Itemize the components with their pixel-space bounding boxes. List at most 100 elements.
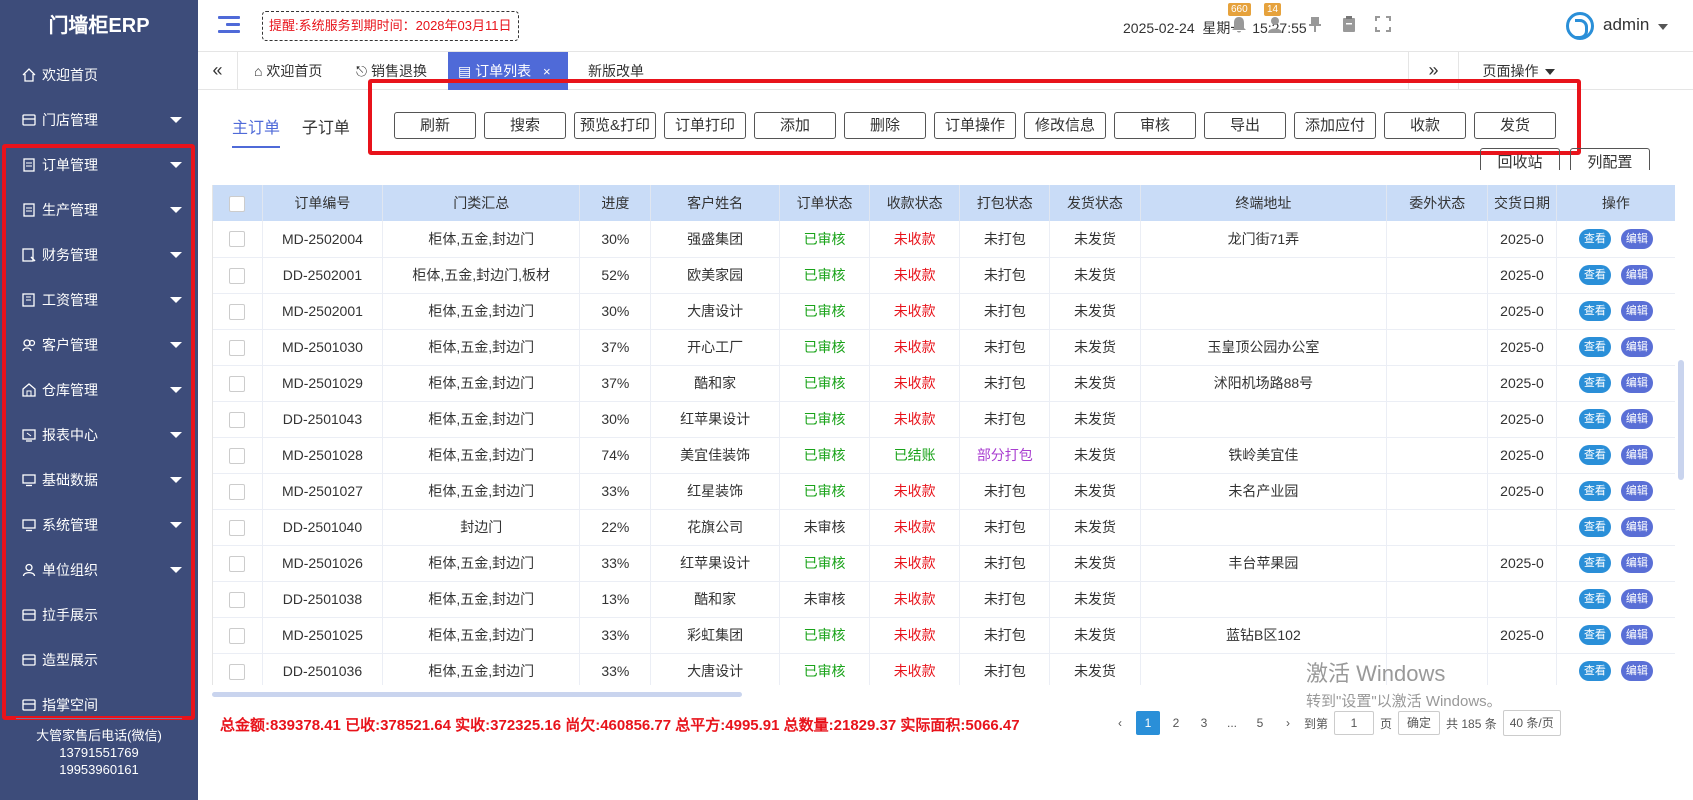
- edit-button[interactable]: 编辑: [1620, 517, 1653, 537]
- clipboard-icon[interactable]: [1340, 16, 1358, 34]
- table-row[interactable]: MD-2501028 柜体,五金,封边门 74% 美宜佳装饰 已审核 已结账 部分打包 未发货…: [213, 437, 1675, 474]
- sidebar-item-0[interactable]: 欢迎首页: [0, 52, 198, 97]
- table-row[interactable]: MD-2501026 柜体,五金,封边门 33% 红苹果设计 已审核 未收款 未打包 未发货丰…: [213, 545, 1675, 582]
- row-checkbox[interactable]: [229, 519, 246, 536]
- column-config-button[interactable]: 列配置: [1569, 148, 1650, 170]
- edit-button[interactable]: 编辑: [1620, 265, 1653, 285]
- fullscreen-icon[interactable]: [1374, 16, 1392, 34]
- toolbar-button-3[interactable]: 订单打印: [664, 112, 746, 139]
- column-header-3[interactable]: 客户姓名: [650, 185, 780, 221]
- edit-button[interactable]: 编辑: [1620, 228, 1653, 249]
- row-checkbox[interactable]: [229, 663, 246, 680]
- chevron-down-icon[interactable]: [1658, 24, 1668, 30]
- page-1[interactable]: 1: [1136, 711, 1160, 735]
- row-checkbox[interactable]: [229, 591, 246, 608]
- toolbar-button-10[interactable]: 添加应付: [1294, 112, 1376, 139]
- toolbar-button-2[interactable]: 预览&打印: [574, 112, 656, 139]
- select-all-checkbox[interactable]: [229, 195, 246, 212]
- tab-welcome[interactable]: ⌂ 欢迎首页: [244, 52, 332, 90]
- tab-sub-order[interactable]: 子订单: [302, 114, 350, 146]
- sidebar-item-1[interactable]: 门店管理: [0, 97, 198, 142]
- toolbar-button-12[interactable]: 发货: [1474, 112, 1556, 139]
- vertical-scrollbar[interactable]: [1678, 360, 1684, 480]
- edit-button[interactable]: 编辑: [1620, 337, 1653, 357]
- table-row[interactable]: DD-2502001 柜体,五金,封边门,板材 52% 欧美家园 已审核 未收款 未打包 未发…: [213, 257, 1675, 294]
- toolbar-button-11[interactable]: 收款: [1384, 112, 1466, 139]
- table-row[interactable]: MD-2502004 柜体,五金,封边门 30% 强盛集团 已审核 未收款 未打包 未发货 龙门…: [213, 221, 1675, 258]
- view-button[interactable]: 查看: [1578, 301, 1611, 321]
- column-header-6[interactable]: 打包状态: [959, 185, 1051, 221]
- user-notify-icon[interactable]: 14: [1264, 3, 1284, 34]
- row-checkbox[interactable]: [229, 339, 246, 356]
- row-checkbox[interactable]: [229, 375, 246, 392]
- page-size-select[interactable]: 40 条/页: [1502, 710, 1561, 736]
- username[interactable]: admin: [1603, 15, 1649, 35]
- table-row[interactable]: MD-2501029 柜体,五金,封边门 37% 酷和家 已审核 未收款 未打包 未发货 沭阳机…: [213, 365, 1675, 402]
- toolbar-button-7[interactable]: 修改信息: [1024, 112, 1106, 139]
- row-checkbox[interactable]: [229, 627, 246, 644]
- bell-icon[interactable]: 660: [1228, 3, 1251, 34]
- edit-button[interactable]: 编辑: [1620, 661, 1653, 681]
- view-button[interactable]: 查看: [1578, 265, 1611, 285]
- avatar[interactable]: [1566, 12, 1594, 40]
- row-checkbox[interactable]: [229, 303, 246, 320]
- recycle-bin-button[interactable]: 回收站: [1480, 148, 1560, 170]
- column-header-8[interactable]: 终端地址: [1140, 185, 1388, 221]
- table-row[interactable]: DD-2501040 封边门 22% 花旗公司 未审核 未收款 未打包 未发货 查看 编辑: [213, 509, 1675, 546]
- view-button[interactable]: 查看: [1578, 337, 1611, 357]
- toolbar-button-8[interactable]: 审核: [1114, 112, 1196, 139]
- view-button[interactable]: 查看: [1578, 228, 1611, 249]
- toolbar-button-1[interactable]: 搜索: [484, 112, 566, 139]
- table-row[interactable]: DD-2501038 柜体,五金,封边门 13% 酷和家 未审核 未收款 未打包 未发货 查看编…: [213, 581, 1675, 618]
- toolbar-button-0[interactable]: 刷新: [394, 112, 476, 139]
- table-row[interactable]: MD-2501025 柜体,五金,封边门 33% 彩虹集团 已审核 未收款 未打包 未发货 蓝钻…: [213, 617, 1675, 654]
- toolbar-button-5[interactable]: 删除: [844, 112, 926, 139]
- edit-button[interactable]: 编辑: [1620, 409, 1653, 429]
- page-3[interactable]: 3: [1192, 711, 1216, 735]
- view-button[interactable]: 查看: [1578, 409, 1611, 429]
- view-button[interactable]: 查看: [1578, 445, 1611, 465]
- menu-toggle-icon[interactable]: [218, 16, 240, 36]
- column-header-10[interactable]: 交货日期: [1487, 185, 1557, 221]
- edit-button[interactable]: 编辑: [1620, 445, 1653, 465]
- column-header-5[interactable]: 收款状态: [869, 185, 961, 221]
- table-row[interactable]: MD-2501027 柜体,五金,封边门 33% 红星装饰 已审核 未收款 未打包 未发货 未名…: [213, 473, 1675, 510]
- edit-button[interactable]: 编辑: [1620, 625, 1653, 645]
- row-checkbox[interactable]: [229, 231, 246, 248]
- toolbar-button-9[interactable]: 导出: [1204, 112, 1286, 139]
- column-header-0[interactable]: 订单编号: [262, 185, 384, 221]
- scrollbar-thumb[interactable]: [212, 692, 742, 697]
- row-checkbox[interactable]: [229, 411, 246, 428]
- page-2[interactable]: 2: [1164, 711, 1188, 735]
- column-header-1[interactable]: 门类汇总: [382, 185, 581, 221]
- tab-main-order[interactable]: 主订单: [232, 114, 281, 148]
- pin-icon[interactable]: [1306, 16, 1324, 34]
- page-ellipsis[interactable]: ...: [1220, 711, 1244, 735]
- edit-button[interactable]: 编辑: [1620, 589, 1653, 609]
- edit-button[interactable]: 编辑: [1620, 481, 1653, 501]
- edit-button[interactable]: 编辑: [1620, 373, 1653, 393]
- next-page-icon[interactable]: ›: [1276, 711, 1300, 735]
- column-header-4[interactable]: 订单状态: [779, 185, 871, 221]
- toolbar-button-4[interactable]: 添加: [754, 112, 836, 139]
- column-header-9[interactable]: 委外状态: [1386, 185, 1489, 221]
- view-button[interactable]: 查看: [1578, 589, 1611, 609]
- tab-scroll-left-icon[interactable]: «: [198, 52, 238, 90]
- view-button[interactable]: 查看: [1578, 625, 1611, 645]
- view-button[interactable]: 查看: [1578, 373, 1611, 393]
- edit-button[interactable]: 编辑: [1620, 301, 1653, 321]
- column-header-7[interactable]: 发货状态: [1049, 185, 1141, 221]
- prev-page-icon[interactable]: ‹: [1108, 711, 1132, 735]
- table-row[interactable]: MD-2501030 柜体,五金,封边门 37% 开心工厂 已审核 未收款 未打包 未发货 玉皇…: [213, 329, 1675, 366]
- row-checkbox[interactable]: [229, 447, 246, 464]
- view-button[interactable]: 查看: [1578, 553, 1611, 573]
- column-header-11[interactable]: 操作: [1556, 185, 1675, 221]
- view-button[interactable]: 查看: [1578, 481, 1611, 501]
- row-checkbox[interactable]: [229, 555, 246, 572]
- row-checkbox[interactable]: [229, 267, 246, 284]
- view-button[interactable]: 查看: [1578, 517, 1611, 537]
- goto-confirm-button[interactable]: 确定: [1398, 711, 1441, 735]
- view-button[interactable]: 查看: [1578, 661, 1611, 681]
- column-header-2[interactable]: 进度: [579, 185, 652, 221]
- table-row[interactable]: MD-2502001 柜体,五金,封边门 30% 大唐设计 已审核 未收款 未打包 未发货 20…: [213, 293, 1675, 330]
